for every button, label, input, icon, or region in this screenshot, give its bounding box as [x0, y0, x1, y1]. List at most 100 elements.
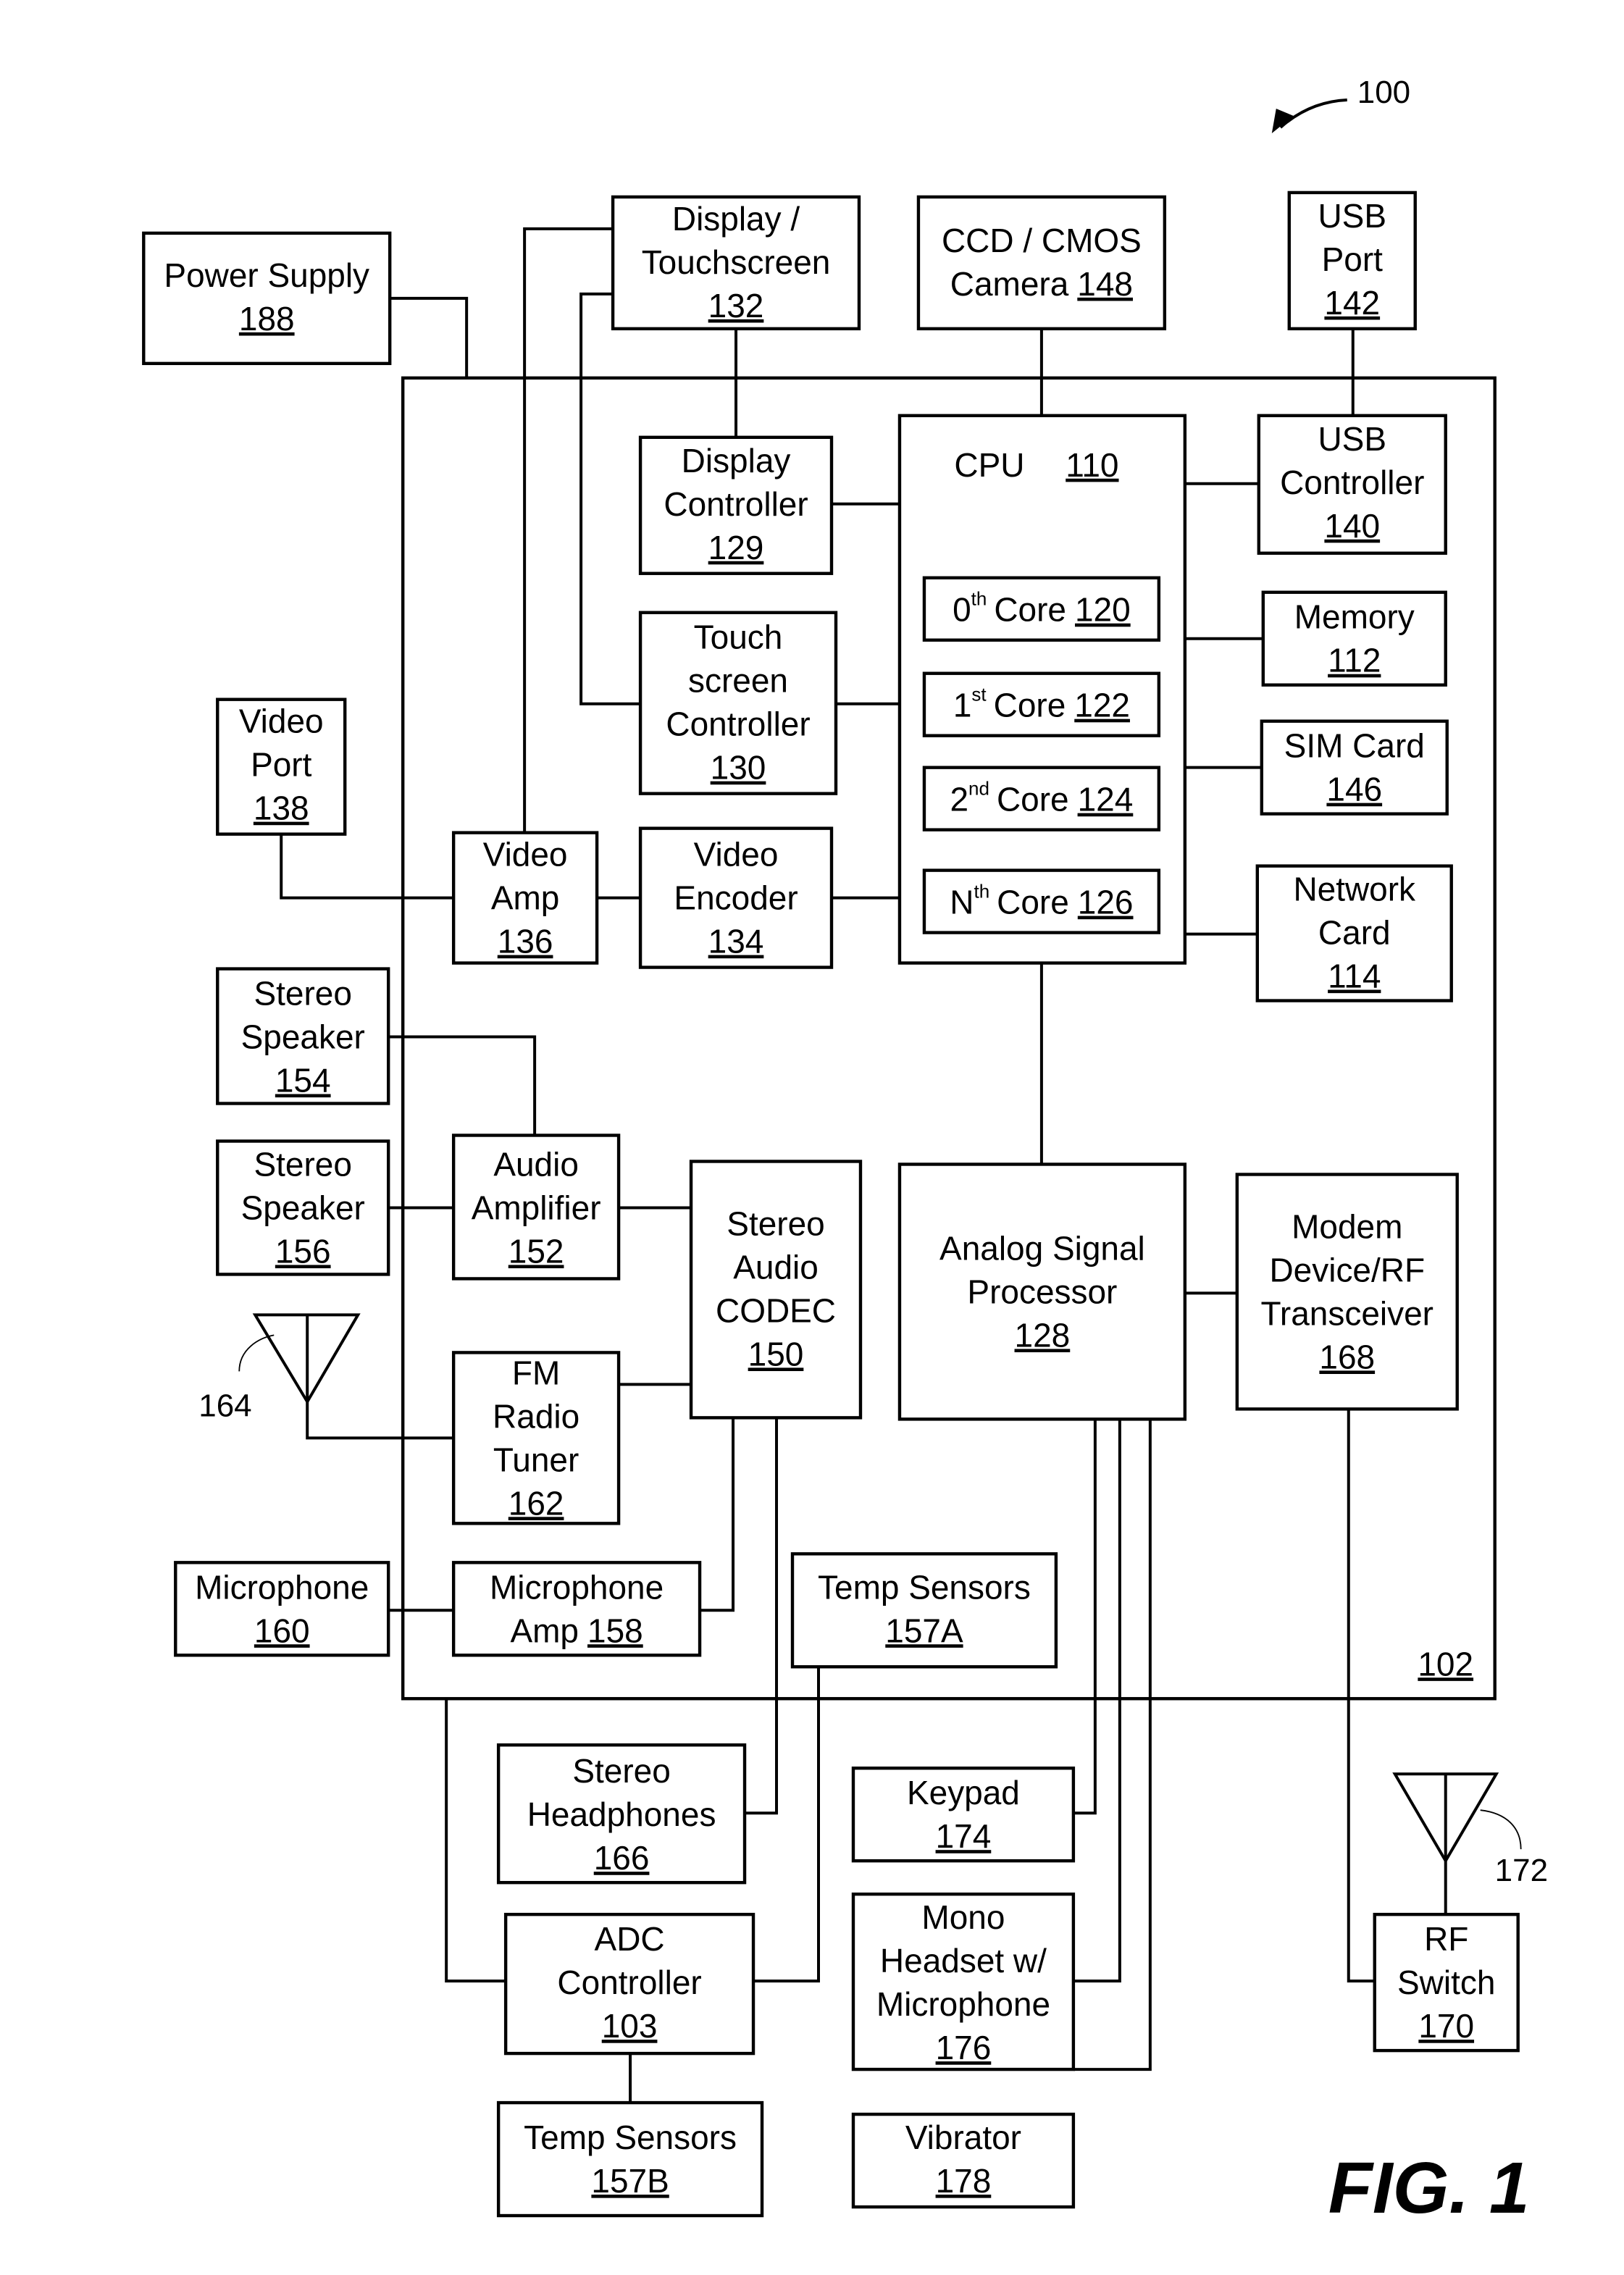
- core-3: Nth Core 126: [922, 868, 1161, 934]
- block-mono-headset: Mono Headset w/Microphone 176: [851, 1892, 1076, 2071]
- wire-chip-adc: [445, 1698, 506, 1983]
- network-card-ref: 114: [1328, 958, 1381, 995]
- block-network-card: Network Card 114: [1255, 864, 1453, 1002]
- audio-amplifier-label-0: Audio: [493, 1145, 579, 1183]
- fm-antenna-icon: 164: [198, 1313, 361, 1423]
- stereo-speaker-1-ref: 154: [275, 1062, 331, 1099]
- cpu-ref: 110: [1066, 446, 1118, 484]
- video-port-label-0: Video: [239, 703, 324, 740]
- block-rf-switch: RF Switch 170: [1373, 1912, 1520, 2053]
- stereo-codec-label-0: Stereo: [727, 1204, 824, 1242]
- device-reference-callout: 100: [1271, 75, 1410, 133]
- touch-controller-ref: 130: [711, 749, 766, 787]
- display-label-0: Display /: [672, 200, 800, 238]
- chip-ref-label: 102: [1418, 1645, 1473, 1683]
- microphone-amp-label-1: Amp 158: [510, 1612, 643, 1649]
- memory-ref: 112: [1328, 642, 1381, 679]
- display-controller-label-0: Display: [682, 442, 791, 479]
- stereo-codec-box: [689, 1160, 863, 1420]
- fm-tuner-label-2: Tuner: [493, 1441, 579, 1478]
- video-encoder-label-1: Encoder: [674, 879, 798, 917]
- video-amp-label-1: Amp: [491, 879, 560, 917]
- block-display-controller: Display Controller 129: [638, 435, 834, 575]
- microphone-ref: 160: [254, 1612, 310, 1649]
- block-temp-sensors-b: Temp Sensors 157B: [496, 2100, 764, 2218]
- stereo-headphones-label-1: Headphones: [527, 1796, 716, 1833]
- wire-modem-rfswitch: [1347, 1409, 1375, 1983]
- block-touch-controller: Touch screen Controller 130: [638, 611, 838, 795]
- block-fm-tuner: FM Radio Tuner 162: [451, 1351, 621, 1525]
- modem-label-2: Transceiver: [1261, 1294, 1433, 1332]
- blocks: Power Supply188 Display /Touchscreen132 CC…: [142, 190, 1520, 2218]
- temp-sensors-a-label-0: Temp Sensors: [818, 1568, 1031, 1606]
- block-keypad: Keypad 174: [851, 1767, 1076, 1863]
- display-controller-label-1: Controller: [664, 485, 808, 523]
- block-display: Display / Touchscreen 132: [611, 195, 861, 331]
- wire-speaker154-amp: [388, 1035, 537, 1136]
- adc-controller-ref: 103: [602, 2007, 658, 2045]
- block-microphone-amp: Microphone Amp 158: [451, 1561, 702, 1657]
- vibrator-label-0: Vibrator: [905, 2119, 1021, 2156]
- display-ref: 132: [708, 287, 764, 324]
- video-port-ref: 138: [254, 789, 309, 827]
- block-video-encoder: Video Encoder 134: [638, 826, 834, 969]
- rf-antenna-icon: 172: [1392, 1772, 1548, 1888]
- sim-card-label-0: SIM Card: [1284, 727, 1425, 765]
- power-supply-box: [142, 231, 392, 366]
- mono-headset-label-1: Headset w/: [880, 1942, 1047, 1979]
- memory-label-0: Memory: [1294, 598, 1415, 636]
- core-2: 2nd Core 124: [922, 766, 1161, 831]
- block-memory: Memory 112: [1261, 590, 1447, 687]
- microphone-label-0: Microphone: [195, 1568, 369, 1606]
- wire-antenna-fm: [306, 1402, 454, 1440]
- stereo-codec-ref: 150: [748, 1335, 804, 1373]
- analog-signal-processor-ref: 128: [1015, 1316, 1071, 1354]
- stereo-speaker-2-label-0: Stereo: [254, 1145, 352, 1183]
- usb-port-label-1: Port: [1322, 240, 1384, 278]
- block-video-amp: Video Amp 136: [451, 831, 599, 965]
- network-card-label-0: Network: [1293, 871, 1416, 908]
- block-audio-amplifier: Audio Amplifier 152: [451, 1134, 621, 1281]
- wire-tempa-adc: [753, 1667, 820, 1983]
- block-adc-controller: ADC Controller 103: [503, 1912, 756, 2056]
- camera-label-0: CCD / CMOS: [942, 222, 1142, 259]
- wire-codec-headphones: [745, 1419, 779, 1815]
- callout-arrow-line: [1279, 98, 1347, 129]
- block-camera: CCD / CMOS Camera 148: [916, 195, 1167, 331]
- modem-label-0: Modem: [1292, 1207, 1402, 1245]
- network-card-label-1: Card: [1318, 914, 1391, 952]
- video-encoder-ref: 134: [708, 923, 764, 960]
- mono-headset-ref: 176: [936, 2029, 992, 2066]
- block-temp-sensors-a: Temp Sensors 157A: [790, 1552, 1058, 1669]
- block-microphone: Microphone 160: [174, 1561, 390, 1657]
- display-controller-ref: 129: [708, 529, 764, 566]
- vibrator-ref: 178: [936, 2162, 992, 2200]
- rf-switch-ref: 170: [1418, 2007, 1474, 2045]
- wire-videoport-videoamp: [280, 834, 454, 900]
- stereo-codec-label-1: Audio: [733, 1248, 819, 1286]
- power-supply-label-0: Power Supply: [164, 256, 369, 294]
- temp-sensors-b-label-0: Temp Sensors: [524, 2119, 737, 2156]
- mono-headset-label-2: Microphone: [876, 1985, 1050, 2023]
- stereo-headphones-ref: 166: [594, 1839, 650, 1877]
- usb-port-ref: 142: [1324, 284, 1380, 322]
- video-encoder-label-0: Video: [694, 836, 779, 873]
- block-power-supply: Power Supply 188: [142, 231, 392, 366]
- usb-port-label-0: USB: [1318, 197, 1386, 235]
- touch-controller-label-0: Touch: [694, 619, 783, 656]
- camera-label-1: Camera 148: [950, 265, 1133, 303]
- wire-display-touch: [579, 292, 641, 705]
- wire-asp-vibrator: [1073, 1419, 1152, 2071]
- core-0: 0th Core 120: [922, 576, 1161, 642]
- block-usb-controller: USB Controller 140: [1257, 414, 1447, 555]
- camera-box: [916, 195, 1167, 331]
- analog-signal-processor-label-1: Processor: [967, 1273, 1117, 1310]
- touch-controller-label-2: Controller: [666, 705, 810, 743]
- fm-tuner-label-0: FM: [512, 1354, 560, 1391]
- video-amp-ref: 136: [498, 923, 553, 960]
- cpu-label: CPU: [954, 446, 1024, 484]
- core-1: 1st Core 122: [922, 671, 1161, 737]
- block-diagram: 100 102 164 172 Power Supply188Display /…: [142, 75, 1548, 2229]
- block-stereo-speaker-1: Stereo Speaker 154: [216, 967, 390, 1105]
- block-analog-signal-processor: Analog Signal Processor 128: [897, 1162, 1187, 1421]
